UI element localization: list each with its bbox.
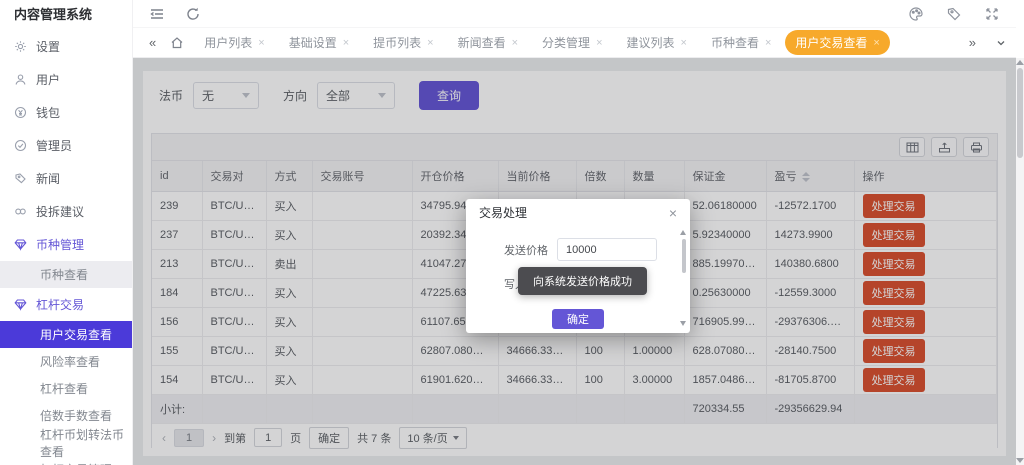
tabs-scroll-right[interactable]: » bbox=[963, 35, 982, 50]
wallet-icon bbox=[14, 106, 27, 119]
sidebar-item-label: 投拆建议 bbox=[36, 203, 84, 220]
sidebar-item-用户[interactable]: 用户 bbox=[0, 63, 132, 96]
tab-label: 新闻查看 bbox=[458, 34, 506, 51]
tab-close-icon[interactable]: × bbox=[681, 37, 687, 49]
dialog-header: 交易处理 × bbox=[466, 199, 690, 226]
user-icon bbox=[14, 73, 27, 86]
tab-建议列表[interactable]: 建议列表 × bbox=[617, 30, 697, 55]
sidebar-item-label: 杠杆查看 bbox=[40, 380, 88, 397]
chevron-down-icon[interactable] bbox=[996, 38, 1006, 48]
sidebar-item-label: 用户交易查看 bbox=[40, 326, 112, 343]
tab-提币列表[interactable]: 提币列表 × bbox=[363, 30, 443, 55]
sidebar-item-label: 新闻 bbox=[36, 170, 60, 187]
tab-label: 建议列表 bbox=[627, 34, 675, 51]
sidebar-item-管理员[interactable]: 管理员 bbox=[0, 129, 132, 162]
sidebar-item-label: 用户 bbox=[36, 71, 60, 88]
tab-新闻查看[interactable]: 新闻查看 × bbox=[448, 30, 528, 55]
sidebar-item-杠杆币划转法币查看[interactable]: 杠杆币划转法币查看 bbox=[0, 429, 132, 456]
tab-label: 用户交易查看 bbox=[795, 34, 867, 51]
dialog-confirm-button[interactable]: 确定 bbox=[552, 309, 604, 329]
scrollbar-thumb[interactable] bbox=[682, 239, 686, 273]
sidebar-item-新闻[interactable]: 新闻 bbox=[0, 162, 132, 195]
sidebar-item-杠杆交易[interactable]: 杠杆交易 bbox=[0, 288, 132, 321]
tab-label: 提币列表 bbox=[373, 34, 421, 51]
sidebar-item-杠杆查看[interactable]: 杠杆查看 bbox=[0, 375, 132, 402]
tab-close-icon[interactable]: × bbox=[873, 37, 879, 49]
page-scrollbar[interactable] bbox=[1016, 58, 1024, 465]
link-icon bbox=[14, 205, 27, 218]
sidebar-item-label: 钱包 bbox=[36, 104, 60, 121]
sidebar-item-label: 杠杆交易 bbox=[36, 296, 84, 313]
send-price-row: 发送价格 bbox=[494, 238, 666, 261]
app-title: 内容管理系统 bbox=[0, 0, 132, 30]
sidebar-item-label: 币种查看 bbox=[40, 266, 88, 283]
topbar-right-icons bbox=[886, 6, 1000, 22]
send-price-label: 发送价格 bbox=[494, 242, 548, 258]
gear-icon bbox=[14, 40, 27, 53]
scroll-up-icon[interactable] bbox=[1016, 60, 1024, 65]
tabs-scroll-left[interactable]: « bbox=[143, 35, 162, 50]
tab-list: 用户列表 × 基础设置 × 提币列表 × 新闻查看 × 分类管理 × 建议列表 … bbox=[194, 30, 955, 55]
tab-label: 分类管理 bbox=[542, 34, 590, 51]
toast-message: 向系统发送价格成功 bbox=[518, 267, 647, 295]
tab-close-icon[interactable]: × bbox=[765, 37, 771, 49]
close-icon[interactable]: × bbox=[669, 206, 677, 220]
theme-icon[interactable] bbox=[908, 6, 924, 22]
admin-icon bbox=[14, 139, 27, 152]
tag-icon[interactable] bbox=[946, 6, 962, 22]
refresh-icon[interactable] bbox=[185, 6, 201, 22]
collapse-menu-icon[interactable] bbox=[149, 6, 165, 22]
main-content: 法币 无 方向 全部 查询 bbox=[133, 58, 1016, 465]
sidebar-item-label: 风险率查看 bbox=[40, 353, 100, 370]
sidebar-item-风险率查看[interactable]: 风险率查看 bbox=[0, 348, 132, 375]
sidebar-item-投拆建议[interactable]: 投拆建议 bbox=[0, 195, 132, 228]
tab-close-icon[interactable]: × bbox=[596, 37, 602, 49]
sidebar-item-label: 币种管理 bbox=[36, 236, 84, 253]
scroll-down-icon[interactable] bbox=[1016, 458, 1024, 463]
sidebar-item-用户交易查看[interactable]: 用户交易查看 bbox=[0, 321, 132, 348]
tab-label: 币种查看 bbox=[711, 34, 759, 51]
tab-close-icon[interactable]: × bbox=[427, 37, 433, 49]
sidebar-item-label: 倍数手数查看 bbox=[40, 407, 112, 424]
sidebar-item-label: 杠杆币划转法币查看 bbox=[40, 426, 132, 460]
scroll-down-icon[interactable] bbox=[680, 321, 686, 326]
send-price-input[interactable] bbox=[557, 238, 657, 261]
tab-币种查看[interactable]: 币种查看 × bbox=[701, 30, 781, 55]
sidebar-item-label: 杠杆交易管理 bbox=[40, 461, 112, 465]
topbar bbox=[133, 0, 1016, 28]
scroll-up-icon[interactable] bbox=[680, 230, 686, 235]
tab-close-icon[interactable]: × bbox=[258, 37, 264, 49]
tab-用户交易查看[interactable]: 用户交易查看 × bbox=[785, 30, 889, 55]
tab-用户列表[interactable]: 用户列表 × bbox=[194, 30, 274, 55]
tab-label: 基础设置 bbox=[289, 34, 337, 51]
dialog-title: 交易处理 bbox=[479, 204, 527, 221]
scrollbar-thumb[interactable] bbox=[1017, 68, 1023, 158]
home-icon[interactable] bbox=[170, 36, 184, 50]
sidebar-item-币种管理[interactable]: 币种管理 bbox=[0, 228, 132, 261]
app-window: 内容管理系统 设置 用户 钱包 管理员 新闻 投拆建议 币种管理 币种查看 杠杆… bbox=[0, 0, 1024, 465]
sidebar-item-label: 设置 bbox=[36, 38, 60, 55]
sidebar-item-钱包[interactable]: 钱包 bbox=[0, 96, 132, 129]
sidebar: 内容管理系统 设置 用户 钱包 管理员 新闻 投拆建议 币种管理 币种查看 杠杆… bbox=[0, 0, 133, 465]
gem-icon bbox=[14, 298, 27, 311]
sidebar-menu: 设置 用户 钱包 管理员 新闻 投拆建议 币种管理 币种查看 杠杆交易 用户交易… bbox=[0, 30, 132, 465]
sidebar-item-设置[interactable]: 设置 bbox=[0, 30, 132, 63]
tab-close-icon[interactable]: × bbox=[512, 37, 518, 49]
tab-基础设置[interactable]: 基础设置 × bbox=[279, 30, 359, 55]
tab-label: 用户列表 bbox=[204, 34, 252, 51]
sidebar-item-label: 管理员 bbox=[36, 137, 72, 154]
tabbar-right: » bbox=[963, 35, 1006, 50]
dialog-scrollbar[interactable] bbox=[680, 230, 687, 326]
tab-分类管理[interactable]: 分类管理 × bbox=[532, 30, 612, 55]
tabbar: « 用户列表 × 基础设置 × 提币列表 × 新闻查看 × 分类管理 × 建议列… bbox=[133, 28, 1016, 58]
sidebar-item-币种查看[interactable]: 币种查看 bbox=[0, 261, 132, 288]
trade-process-dialog: 交易处理 × 发送价格 写入行情 是 否 确定 bbox=[466, 199, 690, 333]
fullscreen-icon[interactable] bbox=[984, 6, 1000, 22]
tag-icon bbox=[14, 172, 27, 185]
tab-close-icon[interactable]: × bbox=[343, 37, 349, 49]
gem-icon bbox=[14, 238, 27, 251]
